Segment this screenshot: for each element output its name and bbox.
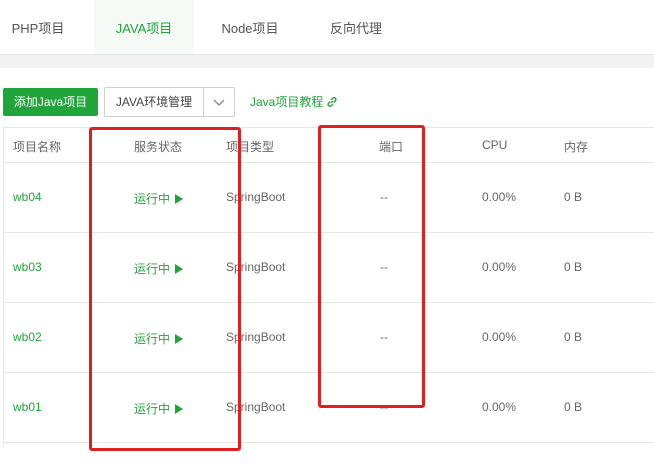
link-icon [327, 97, 337, 107]
tutorial-label: Java项目教程 [250, 95, 324, 109]
tab-node[interactable]: Node项目 [205, 0, 295, 54]
java-tutorial-link[interactable]: Java项目教程 [250, 93, 338, 110]
cpu-value: 0.00% [482, 330, 517, 344]
project-name-link[interactable]: wb02 [13, 330, 42, 344]
status-column-highlight [89, 127, 241, 451]
project-name-link[interactable]: wb03 [13, 260, 42, 274]
memory-value: 0 B [564, 400, 583, 414]
header-memory[interactable]: 内存 [564, 138, 588, 155]
memory-value: 0 B [564, 190, 583, 204]
memory-value: 0 B [564, 330, 583, 344]
tab-php[interactable]: PHP项目 [0, 0, 76, 54]
project-name-link[interactable]: wb04 [13, 190, 42, 204]
java-env-dropdown-button[interactable] [203, 87, 235, 117]
chevron-down-icon [213, 99, 225, 106]
project-name-link[interactable]: wb01 [13, 400, 42, 414]
cpu-value: 0.00% [482, 260, 517, 274]
tab-java[interactable]: JAVA项目 [94, 0, 194, 54]
project-tab-bar: PHP项目 JAVA项目 Node项目 反向代理 [0, 0, 654, 55]
header-project-name[interactable]: 项目名称 [13, 138, 61, 155]
header-cpu[interactable]: CPU [482, 138, 507, 152]
memory-value: 0 B [564, 260, 583, 274]
cpu-value: 0.00% [482, 190, 517, 204]
cpu-value: 0.00% [482, 400, 517, 414]
add-java-project-button[interactable]: 添加Java项目 [3, 88, 98, 116]
port-column-highlight [318, 125, 425, 408]
tab-reverse-proxy[interactable]: 反向代理 [314, 0, 398, 54]
java-env-manage-button[interactable]: JAVA环境管理 [104, 87, 204, 117]
